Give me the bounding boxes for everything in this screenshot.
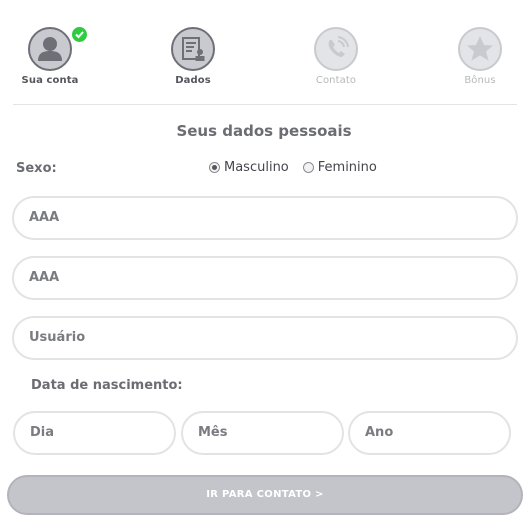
- radio-label: Masculino: [224, 160, 289, 175]
- radio-feminino[interactable]: Feminino: [302, 160, 377, 175]
- step-bonus[interactable]: Bônus: [440, 27, 520, 86]
- sexo-label: Sexo:: [16, 161, 57, 176]
- star-icon: [458, 27, 502, 71]
- sexo-radio-group: Masculino Feminino: [209, 160, 391, 175]
- step-label: Contato: [315, 75, 357, 86]
- document-user-icon: [171, 27, 215, 71]
- dob-year-input[interactable]: Ano: [348, 411, 511, 455]
- dob-day-input[interactable]: Dia: [13, 411, 176, 455]
- divider: [13, 104, 517, 105]
- step-contato[interactable]: Contato: [296, 27, 376, 86]
- first-name-input[interactable]: AAA: [12, 196, 518, 240]
- last-name-input[interactable]: AAA: [12, 256, 518, 300]
- user-icon: [28, 27, 72, 71]
- radio-masculino[interactable]: Masculino: [209, 160, 289, 175]
- form-title: Seus dados pessoais: [176, 122, 352, 140]
- step-label: Bônus: [464, 75, 496, 86]
- step-label: Dados: [175, 75, 211, 86]
- progress-steps: Sua conta Dados Contato Bônus: [0, 0, 528, 105]
- dob-month-input[interactable]: Mês: [181, 411, 344, 455]
- radio-button[interactable]: [209, 162, 220, 173]
- check-icon: [72, 27, 87, 42]
- radio-label: Feminino: [317, 160, 377, 175]
- step-dados[interactable]: Dados: [153, 27, 233, 86]
- radio-button[interactable]: [302, 162, 314, 173]
- submit-button[interactable]: IR PARA CONTATO >: [7, 475, 523, 515]
- username-input[interactable]: Usuário: [12, 316, 518, 360]
- dob-label: Data de nascimento:: [31, 378, 183, 393]
- phone-icon: [314, 27, 358, 71]
- step-label: Sua conta: [21, 75, 79, 86]
